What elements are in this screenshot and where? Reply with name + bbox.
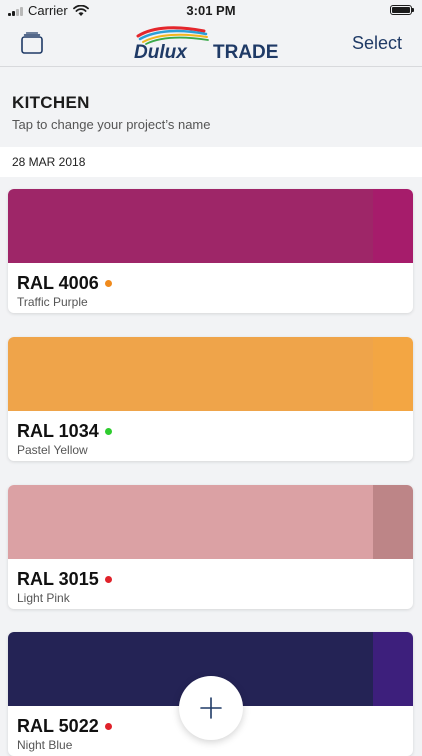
select-button[interactable]: Select <box>352 33 402 54</box>
color-name: Light Pink <box>17 591 70 605</box>
battery-icon <box>390 5 414 15</box>
project-hint: Tap to change your project’s name <box>12 117 211 132</box>
color-swatch-edge <box>373 632 413 706</box>
plus-icon <box>200 697 222 719</box>
color-card[interactable]: RAL 3015 Light Pink <box>8 485 413 609</box>
project-title[interactable]: KITCHEN <box>12 93 90 113</box>
color-code: RAL 1034 <box>17 421 112 442</box>
color-name: Pastel Yellow <box>17 443 88 457</box>
color-code: RAL 5022 <box>17 716 112 737</box>
color-swatch-edge <box>373 485 413 559</box>
project-header[interactable]: KITCHEN Tap to change your project’s nam… <box>0 67 422 145</box>
color-swatch-edge <box>373 337 413 411</box>
color-name: Traffic Purple <box>17 295 88 309</box>
color-swatch <box>8 485 373 559</box>
logo-text: Dulux <box>134 42 188 62</box>
logo-trade-text: TRADE <box>213 42 278 62</box>
color-card[interactable]: RAL 4006 Traffic Purple <box>8 189 413 313</box>
color-card[interactable]: RAL 1034 Pastel Yellow <box>8 337 413 461</box>
projects-stack-icon[interactable] <box>20 31 44 55</box>
nav-bar: Dulux TRADE Select <box>0 22 422 67</box>
color-swatch <box>8 189 373 263</box>
date-section-header: 28 MAR 2018 <box>0 147 422 177</box>
status-dot <box>104 279 112 287</box>
status-bar: Carrier 3:01 PM <box>0 0 422 22</box>
date-label: 28 MAR 2018 <box>12 155 86 169</box>
status-dot <box>104 575 112 583</box>
color-swatch-edge <box>373 189 413 263</box>
color-code: RAL 4006 <box>17 273 112 294</box>
dulux-trade-logo: Dulux TRADE <box>134 24 290 63</box>
status-dot <box>104 722 112 730</box>
status-time: 3:01 PM <box>186 3 236 18</box>
color-swatch <box>8 337 373 411</box>
color-code: RAL 3015 <box>17 569 112 590</box>
status-dot <box>104 427 112 435</box>
add-color-button[interactable] <box>179 676 243 740</box>
